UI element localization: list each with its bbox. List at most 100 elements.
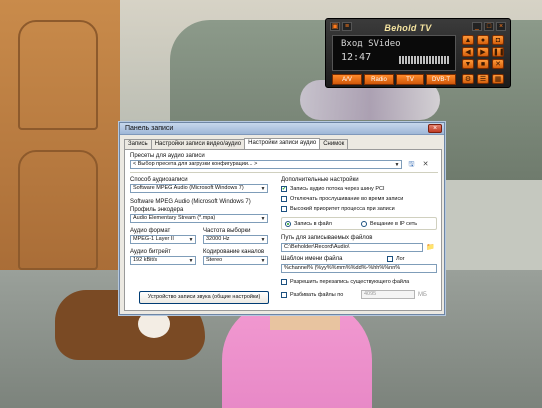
high-priority-label: Высокий приоритет процесса при записи <box>290 206 395 212</box>
channel-up-icon[interactable]: ▲ <box>462 35 474 45</box>
minimize-icon[interactable]: _ <box>472 22 482 31</box>
dialog-title: Панель записи <box>125 125 174 132</box>
disable-monitoring-label: Отключать прослушивание во время записи <box>290 196 404 202</box>
radio-button[interactable]: Radio <box>364 74 394 85</box>
sample-rate-select[interactable]: 32000 Hz ▼ <box>203 235 268 244</box>
snapshot-icon[interactable]: ◘ <box>492 35 504 45</box>
settings-icon[interactable]: ⚙ <box>462 74 474 84</box>
volume-icon[interactable]: ◀ <box>462 47 474 57</box>
checkbox-icon <box>387 256 393 262</box>
pci-label: Запись аудио потока через шину PCI <box>290 186 385 192</box>
method-value: Software MPEG Audio (Microsoft Windows 7… <box>133 185 244 191</box>
folder-icon[interactable]: 📁 <box>426 243 435 252</box>
divider <box>130 172 438 173</box>
checkbox-icon <box>281 206 287 212</box>
av-button[interactable]: A/V <box>332 74 362 85</box>
record-to-file-radio[interactable]: Запись в файл <box>285 220 332 228</box>
encoder-profile-select[interactable]: Audio Elementary Stream (*.mpa) ▼ <box>130 214 268 223</box>
disable-monitoring-checkbox[interactable]: Отключать прослушивание во время записи <box>281 195 403 203</box>
encoder-title: Software MPEG Audio (Microsoft Windows 7… <box>130 199 251 205</box>
template-label: Шаблон имени файла <box>281 256 343 262</box>
checkbox-icon <box>281 279 287 285</box>
broadcast-ip-label: Вещание в IP сеть <box>370 221 418 227</box>
bitrate-select[interactable]: 192 kBit/s ▼ <box>130 256 196 265</box>
channel-down-icon[interactable]: ▼ <box>462 59 474 69</box>
tab-page-audio-settings: Пресеты для аудио записи < Выбор пресета… <box>124 149 442 311</box>
tab-snapshot[interactable]: Снимок <box>319 139 349 149</box>
channels-value: Stereo <box>206 257 223 263</box>
log-label: Лог <box>396 256 405 262</box>
pause-icon[interactable]: ❚❚ <box>492 47 505 57</box>
tab-record[interactable]: Запись <box>124 139 152 149</box>
pci-checkbox[interactable]: ✔ Запись аудио потока через шину PCI <box>281 185 385 193</box>
path-label: Путь для записываемых файлов <box>281 235 373 241</box>
stop-icon[interactable]: ■ <box>477 59 489 69</box>
path-input[interactable]: C:\Beholder\Record\Audio\ <box>281 243 423 252</box>
extra-settings-label: Дополнительные настройки <box>281 177 359 183</box>
recording-panel-dialog: Панель записи × Запись Настройки записи … <box>119 122 445 315</box>
sample-rate-label: Частота выборки <box>203 228 251 234</box>
broadcast-ip-radio[interactable]: Вещание в IP сеть <box>361 220 417 228</box>
presets-select[interactable]: < Выбор пресета для загрузки конфигураци… <box>130 160 402 169</box>
chevron-down-icon: ▼ <box>260 258 266 264</box>
recording-device-label: Устройство записи звука (общие настройки… <box>147 294 261 300</box>
high-priority-checkbox[interactable]: Высокий приоритет процесса при записи <box>281 205 395 213</box>
mute-icon[interactable]: ✕ <box>492 59 504 69</box>
method-label: Способ аудиозаписи <box>130 177 188 183</box>
split-unit: МБ <box>418 292 427 298</box>
play-icon[interactable]: ▶ <box>477 47 489 57</box>
chevron-down-icon: ▼ <box>260 186 266 192</box>
chevron-down-icon: ▼ <box>260 237 266 243</box>
allow-overwrite-label: Разрешить перезапись существующего файла <box>290 279 410 285</box>
radio-selected-icon <box>285 221 291 227</box>
allow-overwrite-checkbox[interactable]: Разрешить перезапись существующего файла <box>281 278 409 286</box>
checkmark-icon: ✔ <box>281 186 287 192</box>
split-files-checkbox[interactable]: Разбивать файлы по <box>281 291 343 299</box>
dialog-titlebar[interactable]: Панель записи × <box>120 123 444 135</box>
audio-format-select[interactable]: MPEG-1 Layer II ▼ <box>130 235 196 244</box>
tv-button[interactable]: TV <box>396 74 424 85</box>
record-icon[interactable]: ● <box>477 35 489 45</box>
checkbox-icon <box>281 292 287 298</box>
save-preset-icon[interactable]: 🖫 <box>407 160 416 169</box>
close-icon[interactable]: × <box>496 22 506 31</box>
chevron-down-icon: ▼ <box>260 216 266 222</box>
video-door <box>0 0 120 300</box>
tv-control-panel: ▣ ≡ Behold TV _ □ × Вход SVideo 12:47 ▲ … <box>325 18 511 88</box>
tab-audio-settings[interactable]: Настройки записи аудио <box>244 138 321 149</box>
close-icon[interactable]: × <box>428 124 442 133</box>
split-size-input[interactable]: 4095 <box>361 290 415 299</box>
radio-icon <box>361 221 367 227</box>
audio-format-label: Аудио формат <box>130 228 171 234</box>
tab-strip: Запись Настройки записи видео/аудио Наст… <box>124 138 349 149</box>
signal-meter <box>399 56 449 64</box>
log-checkbox[interactable]: Лог <box>387 255 405 263</box>
menu-icon[interactable]: ≡ <box>342 22 352 31</box>
delete-preset-icon[interactable]: ✕ <box>421 160 430 169</box>
fullscreen-icon[interactable]: □ <box>484 22 494 31</box>
filename-template-value: %channel% (%yy%%mm%%dd%-%hh%%nn% <box>284 265 401 271</box>
sample-rate-value: 32000 Hz <box>206 236 230 242</box>
filename-template-input[interactable]: %channel% (%yy%%mm%%dd%-%hh%%nn% <box>281 264 437 273</box>
encoder-profile-label: Профиль энкодера <box>130 207 184 213</box>
input-source: Вход SVideo <box>341 39 401 49</box>
tv-display: Вход SVideo 12:47 <box>332 35 456 71</box>
presets-label: Пресеты для аудио записи <box>130 153 205 159</box>
encoder-profile-value: Audio Elementary Stream (*.mpa) <box>133 215 216 221</box>
clock: 12:47 <box>341 52 372 63</box>
recording-device-button[interactable]: Устройство записи звука (общие настройки… <box>139 291 269 304</box>
channels-select[interactable]: Stereo ▼ <box>203 256 268 265</box>
list-icon[interactable]: ☰ <box>477 74 489 84</box>
channels-label: Кодирование каналов <box>203 249 265 255</box>
split-files-label: Разбивать файлы по <box>290 292 344 298</box>
tv-title: Behold TV <box>384 23 432 33</box>
method-select[interactable]: Software MPEG Audio (Microsoft Windows 7… <box>130 184 268 193</box>
dvbt-button[interactable]: DVB-T <box>426 74 456 85</box>
app-icon[interactable]: ▣ <box>330 22 340 31</box>
chevron-down-icon: ▼ <box>188 258 194 264</box>
record-to-file-label: Запись в файл <box>294 221 332 227</box>
audio-format-value: MPEG-1 Layer II <box>133 236 174 242</box>
tab-video-audio-settings[interactable]: Настройки записи видео/аудио <box>150 139 246 149</box>
grid-icon[interactable]: ▦ <box>492 74 504 84</box>
checkbox-icon <box>281 196 287 202</box>
